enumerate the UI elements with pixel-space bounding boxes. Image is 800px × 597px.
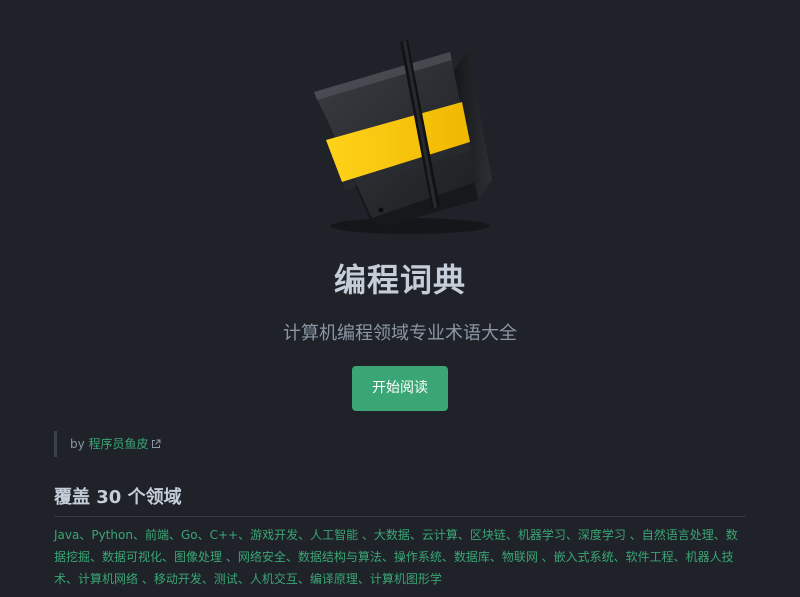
notebook-icon xyxy=(314,40,492,234)
author-link[interactable]: 程序员鱼皮 xyxy=(89,437,161,451)
author-link-label: 程序员鱼皮 xyxy=(88,437,149,451)
domains-list: Java、Python、前端、Go、C++、游戏开发、人工智能 、大数据、云计算… xyxy=(54,528,738,586)
section-heading: 覆盖 30 个领域 xyxy=(54,485,746,517)
page-tagline: 计算机编程领域专业术语大全 xyxy=(283,323,517,344)
external-link-icon xyxy=(151,432,161,458)
page-title: 编程词典 xyxy=(333,261,466,299)
author-quote: by 程序员鱼皮 xyxy=(54,431,161,457)
start-reading-button[interactable]: 开始阅读 xyxy=(352,366,448,411)
notebook-logo xyxy=(300,30,500,240)
author-prefix: by xyxy=(70,437,89,451)
